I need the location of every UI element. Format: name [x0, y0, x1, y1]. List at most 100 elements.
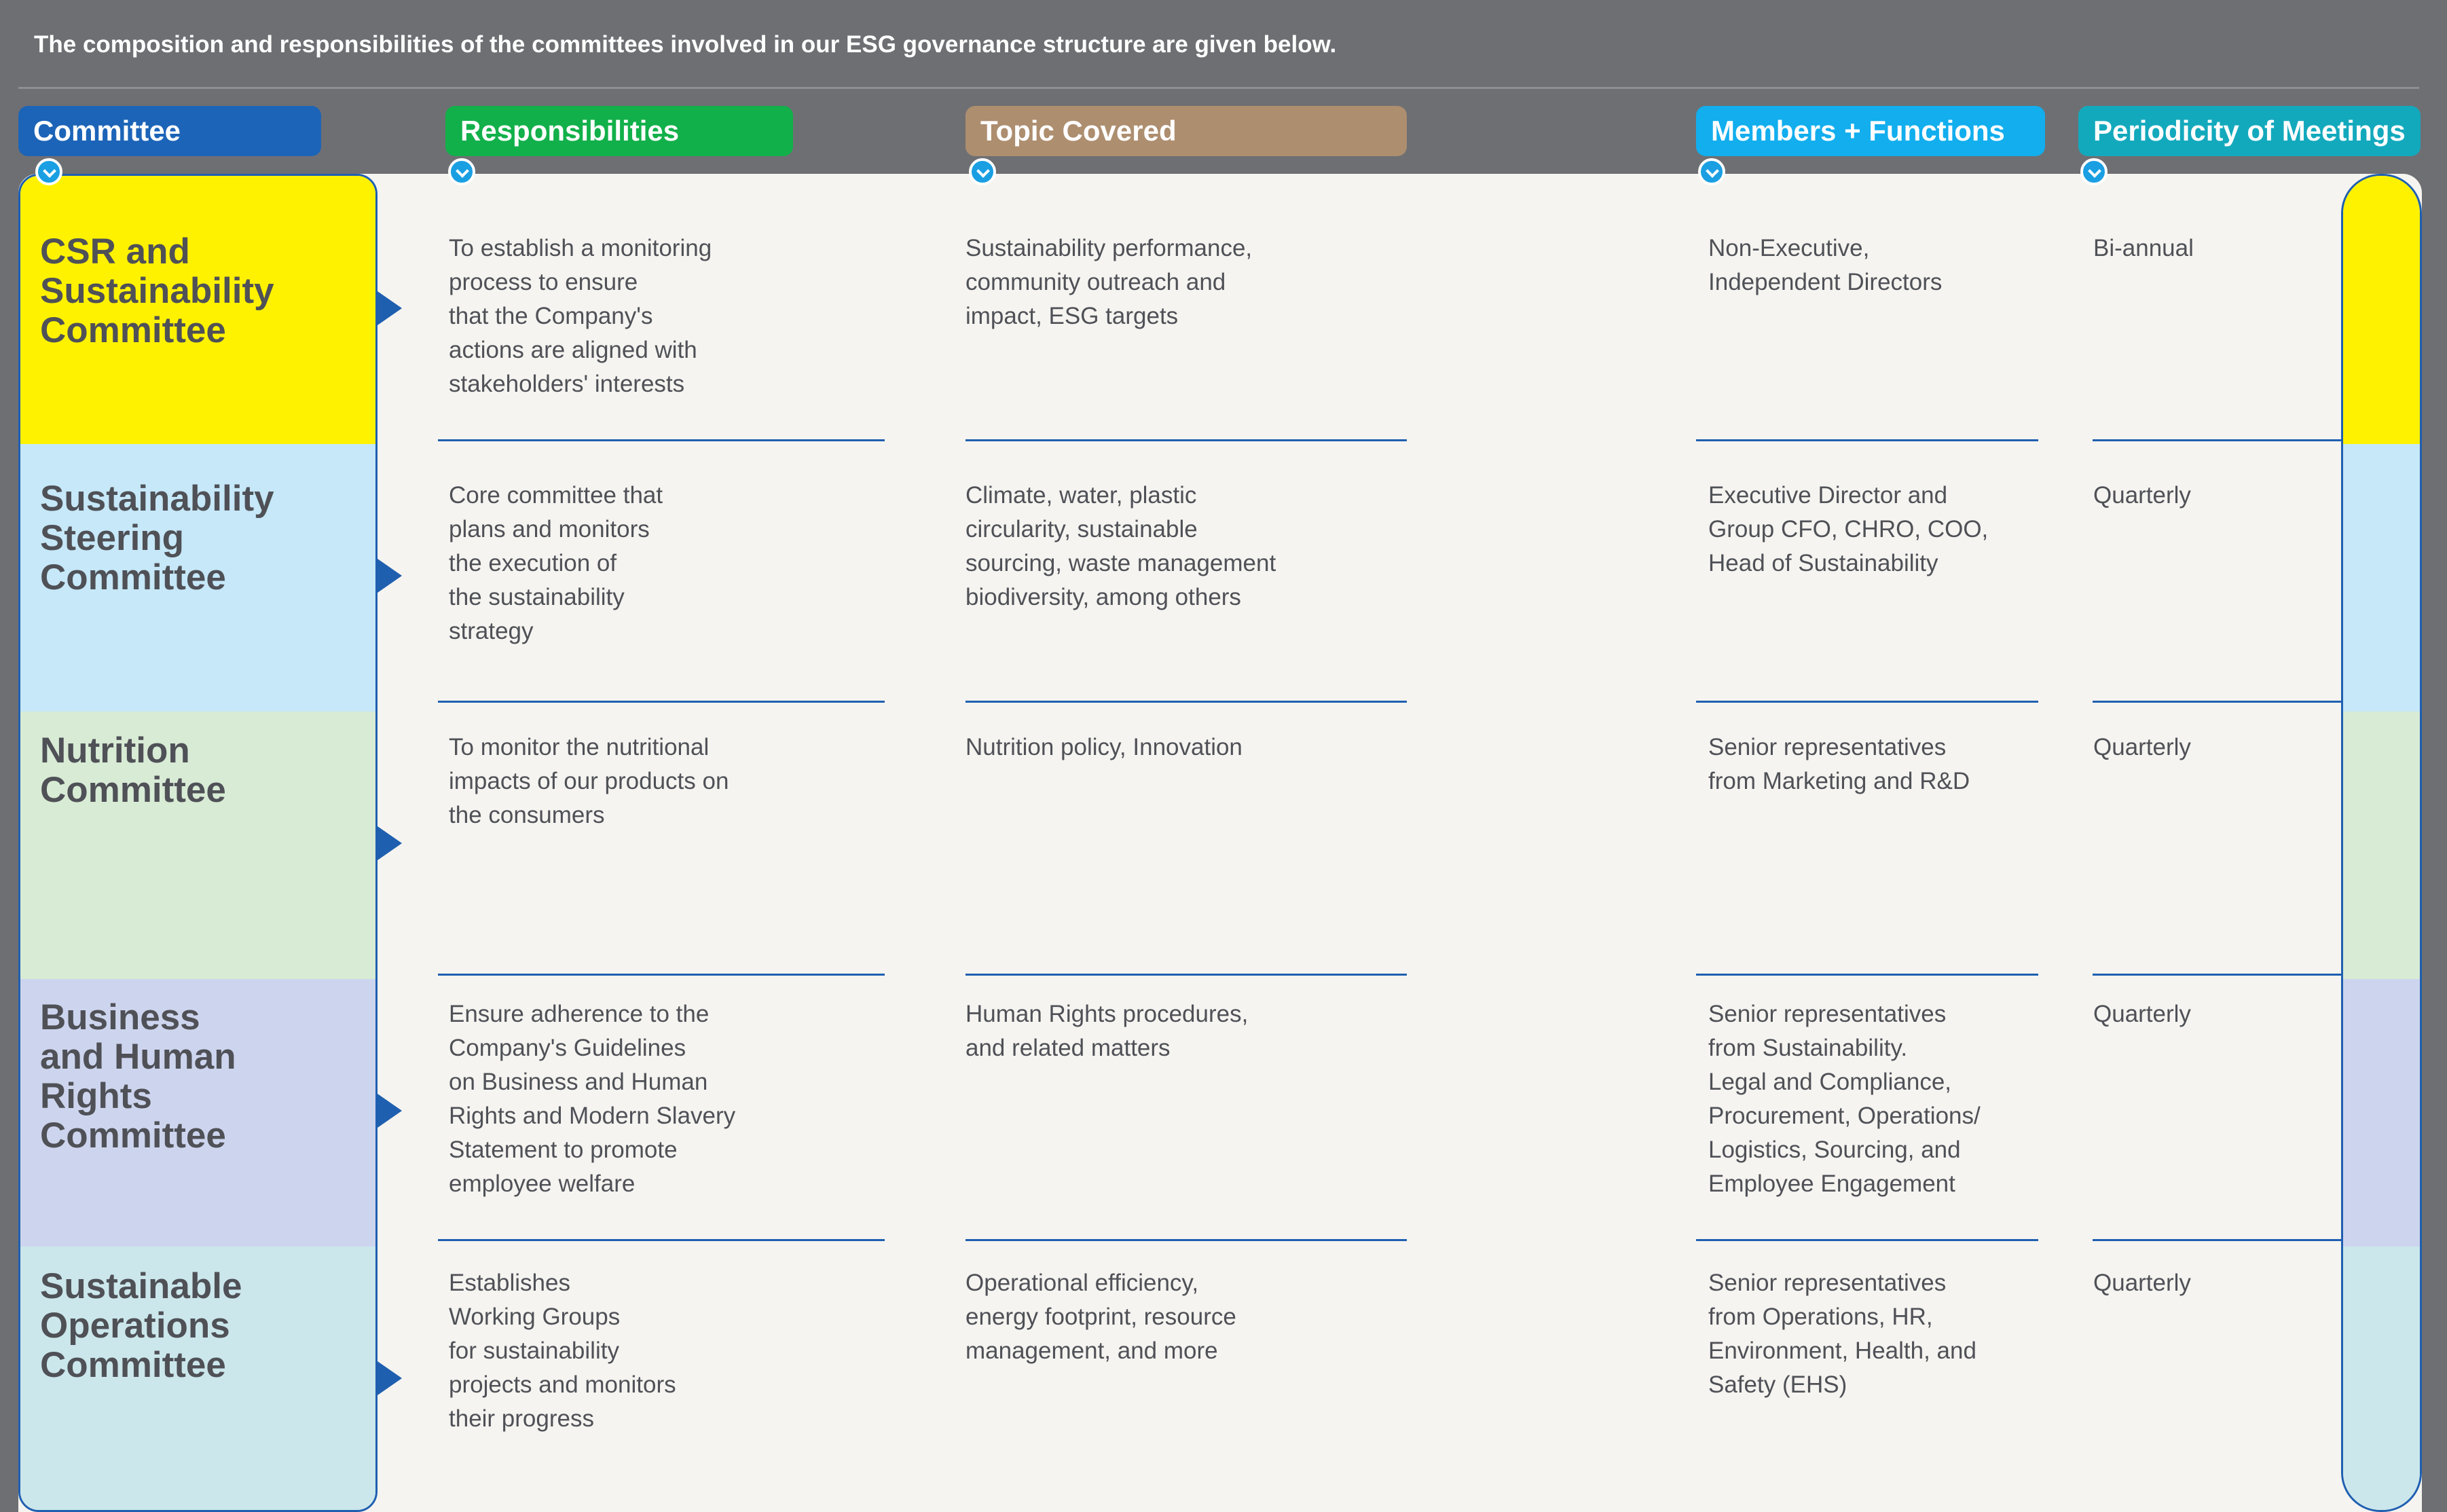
members-cell-line: from Operations, HR,	[1708, 1304, 1933, 1330]
members-cell: Senior representatives from Operations, H…	[1708, 1266, 1976, 1402]
topics-cell: Operational efficiency, energy footprint,…	[965, 1266, 1236, 1368]
periodicity-cell: Quarterly	[2093, 731, 2191, 764]
row-divider	[965, 974, 1407, 976]
responsibilities-cell-line: plans and monitors	[449, 516, 650, 542]
esg-governance-table: The composition and responsibilities of …	[0, 0, 2447, 1512]
row-divider	[2093, 1239, 2341, 1241]
responsibilities-cell: To monitor the nutritional impacts of our…	[449, 731, 729, 832]
members-cell-line: Senior representatives	[1708, 1270, 1947, 1296]
responsibilities-cell-line: To monitor the nutritional	[449, 734, 710, 760]
topics-cell-line: circularity, sustainable	[965, 516, 1198, 542]
periodicity-band	[2343, 1247, 2420, 1510]
responsibilities-cell-line: Core committee that	[449, 482, 663, 509]
chevron-down-icon[interactable]	[969, 158, 996, 185]
committee-name-line: Sustainability	[40, 479, 274, 519]
topics-cell-line: Sustainability performance,	[965, 235, 1253, 261]
topics-cell-line: Operational efficiency,	[965, 1270, 1199, 1296]
topics-cell: Nutrition policy, Innovation	[965, 731, 1243, 764]
members-cell: Senior representatives from Marketing and…	[1708, 731, 1970, 798]
row-divider	[1696, 974, 2038, 976]
periodicity-value: Quarterly	[2093, 482, 2191, 509]
row-divider	[2093, 974, 2341, 976]
row-divider	[965, 439, 1407, 441]
committee-name-line: Operations	[40, 1306, 230, 1346]
responsibilities-cell-line: the sustainability	[449, 584, 625, 610]
responsibilities-cell-line: To establish a monitoring	[449, 235, 712, 261]
committee-name: Sustainability Steering Committee	[40, 479, 352, 597]
topics-cell-line: impact, ESG targets	[965, 303, 1179, 329]
periodicity-band	[2343, 444, 2420, 712]
chevron-down-icon[interactable]	[1698, 158, 1725, 185]
members-cell-line: Employee Engagement	[1708, 1170, 1955, 1197]
row-divider	[2093, 439, 2341, 441]
responsibilities-cell-line: the consumers	[449, 802, 605, 828]
row-pointer-icon	[378, 559, 402, 593]
responsibilities-cell-line: Ensure adherence to the	[449, 1001, 710, 1027]
committee-name-line: Committee	[40, 310, 226, 350]
topics-cell-line: biodiversity, among others	[965, 584, 1241, 610]
committee-name-line: Committee	[40, 770, 226, 810]
topics-cell: Human Rights procedures, and related matt…	[965, 997, 1248, 1065]
committee-name: Nutrition Committee	[40, 731, 352, 810]
row-divider	[438, 1239, 885, 1241]
periodicity-cell: Quarterly	[2093, 1266, 2191, 1300]
periodicity-cell: Bi-annual	[2093, 232, 2194, 265]
responsibilities-cell-line: Establishes	[449, 1270, 570, 1296]
row-divider	[965, 701, 1407, 703]
column-header-responsibilities: Responsibilities	[445, 106, 793, 156]
periodicity-cell: Quarterly	[2093, 479, 2191, 513]
committee-name-line: CSR and	[40, 232, 190, 272]
committee-name: Business and Human Rights Committee	[40, 998, 352, 1156]
row-divider	[438, 439, 885, 441]
responsibilities-cell-line: stakeholders' interests	[449, 371, 685, 397]
responsibilities-cell-line: impacts of our products on	[449, 768, 729, 794]
responsibilities-cell-line: on Business and Human	[449, 1069, 708, 1095]
row-pointer-icon	[378, 291, 402, 325]
row-divider	[965, 1239, 1407, 1241]
responsibilities-cell-line: employee welfare	[449, 1170, 636, 1197]
topics-cell-line: and related matters	[965, 1035, 1171, 1061]
members-cell-line: Safety (EHS)	[1708, 1371, 1847, 1398]
periodicity-band	[2343, 979, 2420, 1247]
members-cell-line: Senior representatives	[1708, 734, 1947, 760]
committee-name: CSR and Sustainability Committee	[40, 232, 352, 350]
topics-cell: Sustainability performance, community out…	[965, 232, 1252, 333]
row-pointer-icon	[378, 1094, 402, 1128]
responsibilities-cell-line: their progress	[449, 1405, 594, 1432]
responsibilities-cell-line: actions are aligned with	[449, 337, 697, 363]
periodicity-band	[2343, 176, 2420, 444]
members-cell-line: Logistics, Sourcing, and	[1708, 1137, 1961, 1163]
topics-cell-line: Nutrition policy, Innovation	[965, 734, 1243, 760]
row-divider	[438, 974, 885, 976]
chevron-down-icon[interactable]	[448, 158, 475, 185]
responsibilities-cell-line: that the Company's	[449, 303, 653, 329]
topics-cell: Climate, water, plastic circularity, sust…	[965, 479, 1276, 614]
row-divider	[1696, 1239, 2038, 1241]
responsibilities-cell-line: Statement to promote	[449, 1137, 678, 1163]
members-cell: Senior representatives from Sustainabilit…	[1708, 997, 1981, 1201]
committee-name-line: Steering	[40, 518, 185, 558]
responsibilities-cell: Core committee that plans and monitors the…	[449, 479, 663, 648]
responsibilities-cell: Establishes Working Groups for sustainabil…	[449, 1266, 676, 1436]
column-header-topic-covered: Topic Covered	[965, 106, 1407, 156]
members-cell-line: Executive Director and	[1708, 482, 1948, 509]
row-pointer-icon	[378, 826, 402, 860]
members-cell-line: Legal and Compliance,	[1708, 1069, 1952, 1095]
periodicity-color-strip	[2341, 174, 2422, 1512]
members-cell-line: from Sustainability.	[1708, 1035, 1908, 1061]
committee-name-line: Nutrition	[40, 731, 190, 771]
topics-cell-line: sourcing, waste management	[965, 550, 1276, 576]
members-cell-line: Independent Directors	[1708, 269, 1943, 295]
chevron-down-icon[interactable]	[2080, 158, 2108, 185]
committee-name-line: Business	[40, 997, 200, 1037]
responsibilities-cell-line: Working Groups	[449, 1304, 621, 1330]
responsibilities-cell-line: projects and monitors	[449, 1371, 676, 1398]
members-cell-line: Non-Executive,	[1708, 235, 1870, 261]
periodicity-band	[2343, 712, 2420, 979]
periodicity-value: Quarterly	[2093, 1001, 2191, 1027]
column-header-members-functions: Members + Functions	[1696, 106, 2045, 156]
row-pointer-icon	[378, 1361, 402, 1395]
members-cell-line: Procurement, Operations/	[1708, 1103, 1981, 1129]
committee-name-line: Sustainability	[40, 271, 274, 311]
chevron-down-icon[interactable]	[35, 158, 62, 185]
